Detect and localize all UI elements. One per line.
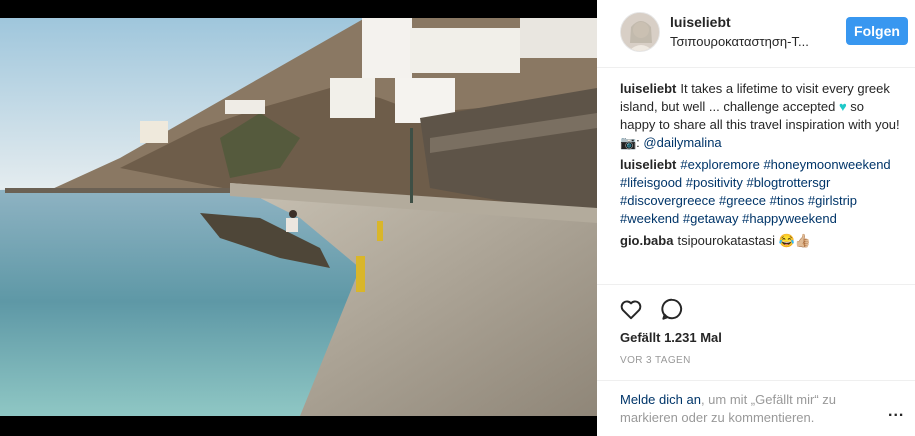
post-time: VOR 3 TAGEN xyxy=(620,355,691,366)
heart-outline-icon[interactable] xyxy=(618,296,644,322)
login-prompt-text: Melde dich an, um mit „Gefällt mir“ zu m… xyxy=(620,391,870,427)
avatar[interactable] xyxy=(620,12,660,52)
comment-username[interactable]: luiseliebt xyxy=(620,81,676,96)
photo-seaside-scene xyxy=(0,18,597,416)
login-link[interactable]: Melde dich an xyxy=(620,392,701,407)
post-sidebar: luiseliebt Τσιπουροκαταστηση-Τ... Folgen… xyxy=(597,0,915,436)
header-location[interactable]: Τσιπουροκαταστηση-Τ... xyxy=(670,34,830,49)
likes-count[interactable]: Gefällt 1.231 Mal xyxy=(620,330,722,345)
post-photo[interactable] xyxy=(0,18,597,416)
actions-bar: Gefällt 1.231 Mal VOR 3 TAGEN xyxy=(597,284,915,366)
teal-heart-icon: ♥ xyxy=(838,99,847,114)
comment-item: luiseliebt It takes a lifetime to visit e… xyxy=(620,80,900,152)
comments-list: luiseliebt It takes a lifetime to visit e… xyxy=(620,80,900,284)
comment-item: luiseliebt #exploremore #honeymoonweekend… xyxy=(620,156,900,228)
login-prompt: Melde dich an, um mit „Gefällt mir“ zu m… xyxy=(597,380,915,436)
post-header: luiseliebt Τσιπουροκαταστηση-Τ... Folgen xyxy=(597,0,915,68)
header-username[interactable]: luiseliebt xyxy=(670,14,731,30)
photo-pane xyxy=(0,0,597,436)
comment-username[interactable]: luiseliebt xyxy=(620,157,676,172)
comment-text: tsipourokatastasi 😂👍🏼 xyxy=(677,233,811,248)
comment-username[interactable]: gio.baba xyxy=(620,233,673,248)
comment-item: gio.baba tsipourokatastasi 😂👍🏼 xyxy=(620,232,900,250)
comment-bubble-icon[interactable] xyxy=(659,296,685,322)
more-options-button[interactable]: ... xyxy=(888,403,904,421)
avatar-image xyxy=(621,13,659,51)
follow-button[interactable]: Folgen xyxy=(846,17,908,45)
comment-link[interactable]: @dailymalina xyxy=(643,135,721,150)
